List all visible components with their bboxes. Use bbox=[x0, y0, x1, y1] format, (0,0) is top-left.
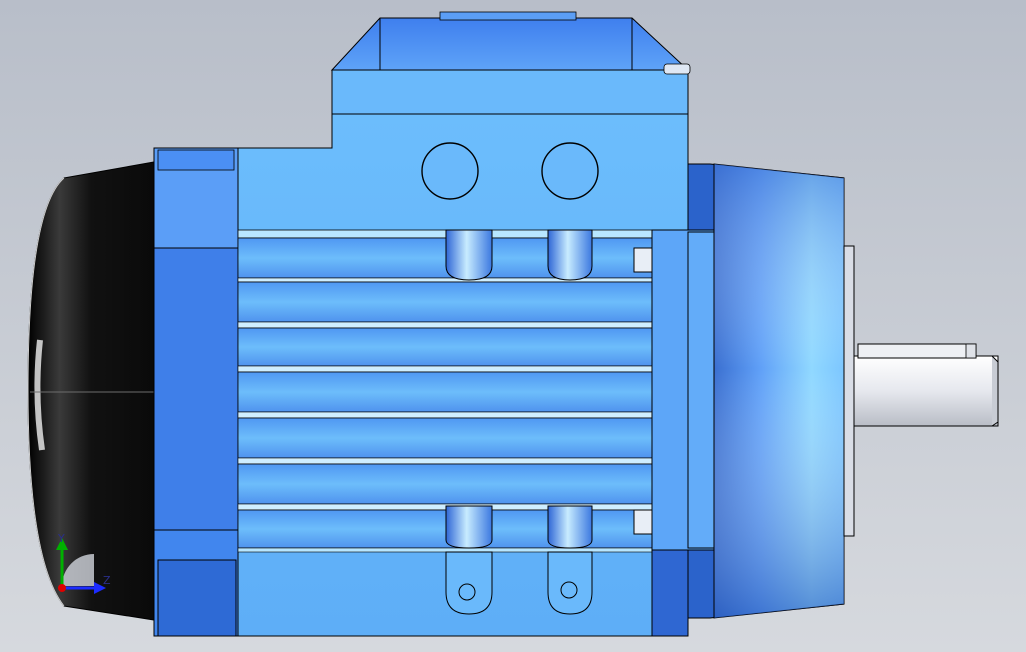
cooling-fins bbox=[237, 229, 653, 553]
cad-viewport[interactable]: Y Z bbox=[0, 0, 1026, 652]
fan-cover bbox=[27, 161, 155, 621]
output-shaft bbox=[843, 245, 999, 537]
triad-z-label: Z bbox=[103, 574, 111, 587]
triad-y-label: Y bbox=[58, 532, 65, 545]
rear-end-shield bbox=[153, 147, 253, 637]
terminal-box bbox=[330, 11, 691, 115]
motor-model-graphic[interactable] bbox=[0, 0, 1026, 652]
